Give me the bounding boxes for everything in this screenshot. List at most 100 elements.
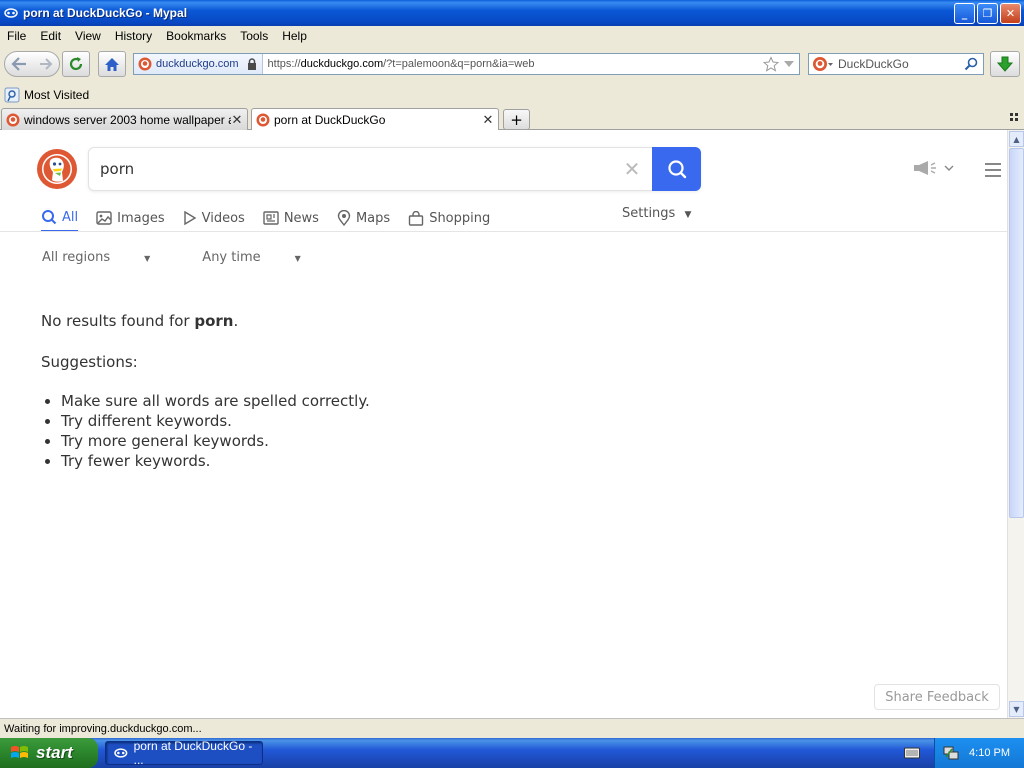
downloads-button[interactable] xyxy=(990,51,1020,77)
tab-all-label: All xyxy=(62,209,79,225)
tab-list-icon[interactable] xyxy=(1010,113,1020,123)
bookmarks-folder-icon xyxy=(4,87,20,103)
url-protocol: https:// xyxy=(267,58,301,70)
maximize-button[interactable]: ❐ xyxy=(977,2,998,24)
tab-images[interactable]: Images xyxy=(96,204,165,232)
vertical-scrollbar[interactable]: ▲ ▼ xyxy=(1007,130,1024,718)
clock[interactable]: 4:10 PM xyxy=(969,747,1010,759)
navigation-toolbar: duckduckgo.com https://duckduckgo.com/?t… xyxy=(0,46,1024,83)
tab-porn-at-duckduckgo[interactable]: porn at DuckDuckGo ✕ xyxy=(251,108,499,131)
menu-help[interactable]: Help xyxy=(275,29,314,43)
tab-all[interactable]: All xyxy=(41,204,79,232)
search-query-input[interactable]: porn xyxy=(89,160,612,178)
close-window-button[interactable]: ✕ xyxy=(1000,2,1021,24)
mypal-app-icon xyxy=(3,5,19,21)
back-forward-group xyxy=(4,51,60,77)
bookmarks-toolbar: Most Visited xyxy=(0,84,1024,106)
duckduckgo-favicon xyxy=(256,113,270,127)
search-box: porn ✕ xyxy=(88,147,701,191)
start-button[interactable]: start xyxy=(0,738,98,768)
tab-close-icon[interactable]: ✕ xyxy=(231,112,243,128)
tab-images-label: Images xyxy=(117,210,165,226)
time-filter[interactable]: Any time ▼ xyxy=(202,250,327,265)
url-text[interactable]: https://duckduckgo.com/?t=palemoon&q=por… xyxy=(263,58,763,70)
search-vertical-tabs: All Images Videos News Maps Shopping xyxy=(41,204,508,232)
tab-close-icon[interactable]: ✕ xyxy=(482,112,494,128)
tab-maps[interactable]: Maps xyxy=(337,204,390,232)
suggestion-item: Try different keywords. xyxy=(61,411,370,431)
suggestion-item: Try fewer keywords. xyxy=(61,451,370,471)
no-results-term: porn xyxy=(194,312,234,330)
menu-bookmarks[interactable]: Bookmarks xyxy=(159,29,233,43)
tab-videos[interactable]: Videos xyxy=(183,204,245,232)
menu-file[interactable]: File xyxy=(0,29,33,43)
window-titlebar: porn at DuckDuckGo - Mypal _ ❐ ✕ xyxy=(0,0,1024,26)
forward-button[interactable] xyxy=(32,52,59,76)
plus-icon: + xyxy=(510,110,523,129)
share-feedback-button[interactable]: Share Feedback xyxy=(874,684,1000,710)
menu-history[interactable]: History xyxy=(108,29,159,43)
tab-windows-server-wallpaper[interactable]: windows server 2003 home wallpaper at D.… xyxy=(1,108,248,130)
region-filter-label: All regions xyxy=(42,250,111,265)
menu-edit[interactable]: Edit xyxy=(33,29,68,43)
tab-shopping-label: Shopping xyxy=(429,210,491,226)
time-filter-label: Any time xyxy=(202,250,261,265)
mypal-app-icon xyxy=(114,748,128,758)
site-identity-button[interactable]: duckduckgo.com xyxy=(134,54,263,74)
network-icon[interactable] xyxy=(943,745,959,761)
home-button[interactable] xyxy=(98,51,126,77)
duckduckgo-logo[interactable] xyxy=(37,149,77,189)
search-submit-button[interactable] xyxy=(652,147,701,191)
image-icon xyxy=(96,211,112,225)
home-icon xyxy=(105,57,119,71)
scroll-down-arrow[interactable]: ▼ xyxy=(1009,701,1024,717)
tab-maps-label: Maps xyxy=(355,210,391,226)
announcements-menu[interactable] xyxy=(912,160,954,176)
taskbar-window-label: porn at DuckDuckGo - ... xyxy=(133,739,253,767)
keyboard-language-icon[interactable] xyxy=(904,746,920,760)
search-engine-icon[interactable] xyxy=(812,56,834,72)
start-label: start xyxy=(36,743,73,762)
tab-label: porn at DuckDuckGo xyxy=(274,113,386,127)
url-bar[interactable]: duckduckgo.com https://duckduckgo.com/?t… xyxy=(133,53,800,75)
reload-icon xyxy=(69,57,83,71)
duck-icon xyxy=(42,154,72,184)
most-visited-link[interactable]: Most Visited xyxy=(24,88,89,102)
url-path: /?t=palemoon&q=porn&ia=web xyxy=(383,58,535,70)
minimize-button[interactable]: _ xyxy=(954,2,975,24)
tab-news-label: News xyxy=(283,210,319,226)
clear-search-icon[interactable]: ✕ xyxy=(612,157,652,181)
menu-view[interactable]: View xyxy=(68,29,108,43)
chevron-down-icon xyxy=(944,165,954,171)
settings-label: Settings xyxy=(622,206,676,221)
region-filter[interactable]: All regions ▼ xyxy=(42,250,176,265)
lock-icon xyxy=(247,58,256,70)
system-tray: 4:10 PM xyxy=(934,738,1024,768)
page-content: porn ✕ All Images Videos News Maps Shopp… xyxy=(0,130,1007,718)
tab-shopping[interactable]: Shopping xyxy=(408,204,490,232)
tab-news[interactable]: News xyxy=(263,204,319,232)
no-results-suffix: . xyxy=(233,312,239,330)
settings-dropdown[interactable]: Settings ▼ xyxy=(622,206,691,221)
duckduckgo-favicon xyxy=(6,113,20,126)
reload-button[interactable] xyxy=(62,51,90,77)
hamburger-menu-icon[interactable] xyxy=(985,163,1001,177)
scroll-thumb[interactable] xyxy=(1009,148,1024,518)
maximize-icon: ❐ xyxy=(982,6,993,20)
search-bar[interactable]: DuckDuckGo xyxy=(808,53,984,75)
bookmark-star-icon[interactable] xyxy=(763,56,779,72)
suggestion-item: Make sure all words are spelled correctl… xyxy=(61,391,370,411)
back-button[interactable] xyxy=(5,52,32,76)
suggestions-heading: Suggestions: xyxy=(41,353,138,371)
forward-arrow-icon xyxy=(39,58,52,70)
search-icon[interactable] xyxy=(964,57,978,71)
taskbar-window-item[interactable]: porn at DuckDuckGo - ... xyxy=(105,739,263,767)
magnifier-icon xyxy=(667,160,686,179)
url-dropdown-icon[interactable] xyxy=(783,59,795,69)
suggestion-item: Try more general keywords. xyxy=(61,431,370,451)
menu-tools[interactable]: Tools xyxy=(233,29,275,43)
tab-strip: windows server 2003 home wallpaper at D.… xyxy=(0,106,1024,131)
new-tab-button[interactable]: + xyxy=(503,109,530,130)
scroll-up-arrow[interactable]: ▲ xyxy=(1009,131,1024,147)
shopping-bag-icon xyxy=(408,210,424,226)
